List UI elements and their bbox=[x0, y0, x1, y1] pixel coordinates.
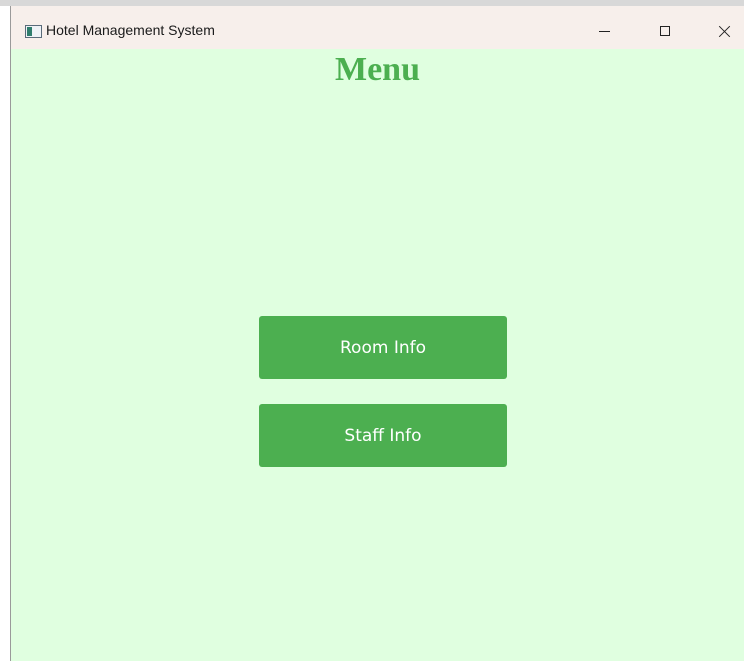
app-window-icon bbox=[25, 25, 42, 38]
maximize-icon bbox=[660, 26, 670, 36]
maximize-button[interactable] bbox=[642, 14, 688, 48]
window-title: Hotel Management System bbox=[46, 22, 215, 38]
minimize-button[interactable] bbox=[581, 14, 627, 48]
app-window: Hotel Management System Menu Room Info S… bbox=[10, 6, 744, 661]
close-button[interactable] bbox=[701, 14, 744, 48]
background-editor-edge bbox=[0, 6, 10, 661]
room-info-button[interactable]: Room Info bbox=[259, 316, 507, 379]
close-icon bbox=[718, 25, 731, 38]
menu-heading: Menu bbox=[335, 51, 420, 88]
title-bar[interactable]: Hotel Management System bbox=[11, 6, 744, 49]
minimize-icon bbox=[598, 30, 610, 32]
staff-info-button[interactable]: Staff Info bbox=[259, 404, 507, 467]
